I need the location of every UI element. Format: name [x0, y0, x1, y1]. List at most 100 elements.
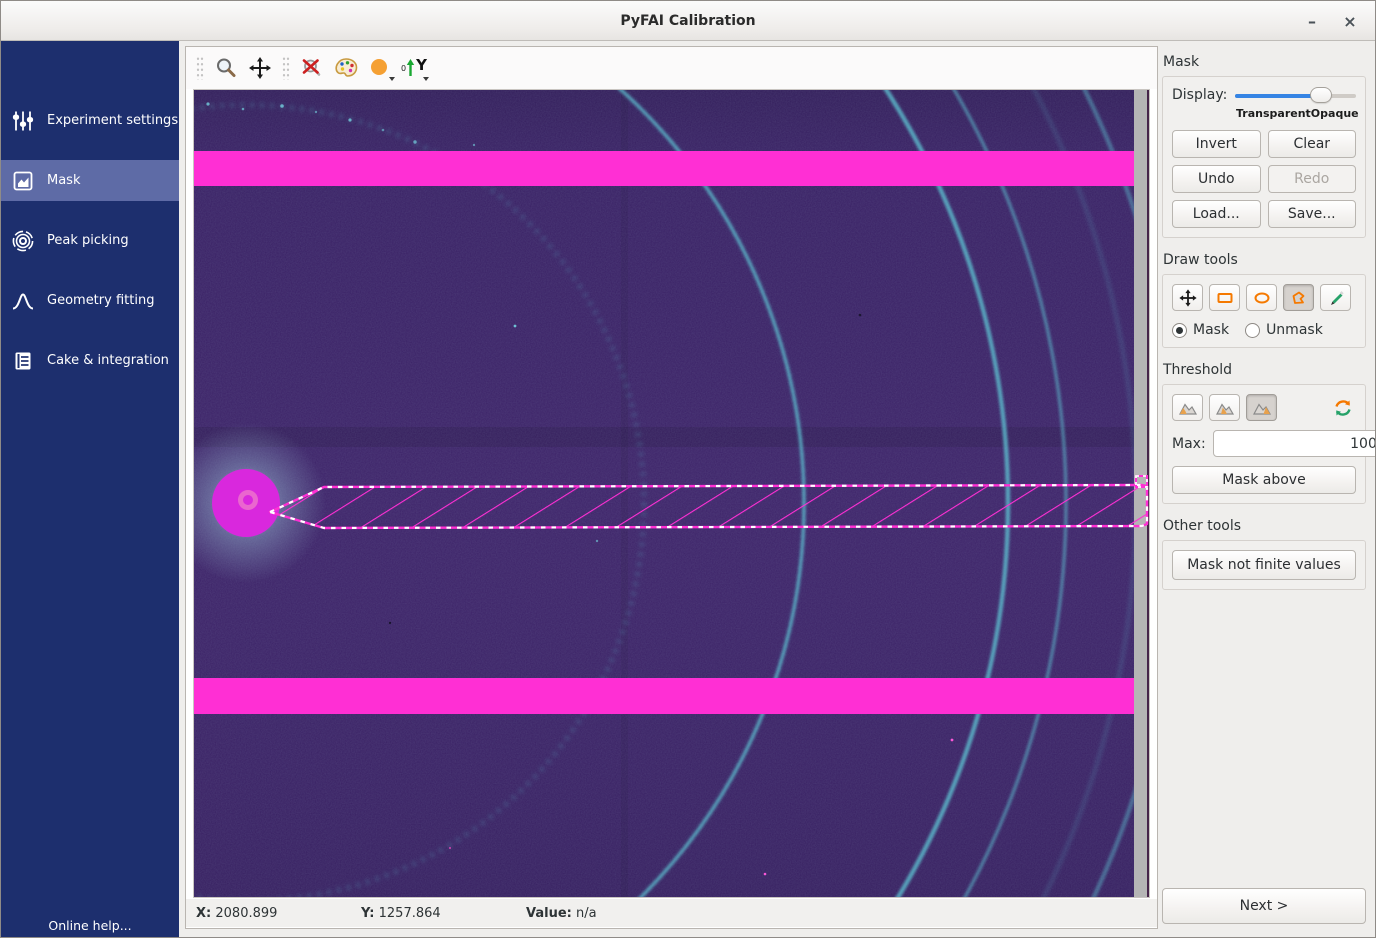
polygon-icon	[1290, 289, 1308, 307]
refresh-icon	[1333, 398, 1353, 418]
sidebar-item-label: Experiment settings	[47, 113, 178, 128]
save-button[interactable]: Save...	[1268, 200, 1357, 228]
sidebar-item-label: Mask	[47, 173, 80, 188]
mask-between-threshold-button[interactable]	[1209, 394, 1240, 421]
load-button[interactable]: Load...	[1172, 200, 1261, 228]
mask-tools-panel: Mask Display: Transparent Opaque Invert	[1158, 46, 1372, 934]
mask-not-finite-button[interactable]: Mask not finite values	[1172, 550, 1356, 580]
toolbar-grip	[196, 56, 204, 80]
gaussian-curve-icon	[11, 289, 35, 313]
integration-icon	[11, 349, 35, 373]
y-axis-letter-glyph: Y	[416, 58, 427, 73]
sliders-icon	[11, 109, 35, 133]
transparent-label: Transparent	[1236, 107, 1311, 120]
zoom-button[interactable]	[210, 52, 242, 84]
other-tools-section-title: Other tools	[1163, 518, 1366, 534]
sidebar-item-label: Peak picking	[47, 233, 129, 248]
mask-icon	[11, 169, 35, 193]
mask-band-bottom	[194, 678, 1134, 714]
y-axis-orientation-button[interactable]: 0 Y	[398, 52, 430, 84]
next-button[interactable]: Next >	[1162, 888, 1366, 924]
y-axis-icon: 0 Y	[401, 58, 427, 78]
sidebar-item-experiment-settings[interactable]: Experiment settings	[1, 100, 179, 141]
colormap-button[interactable]	[330, 52, 362, 84]
mask-above-threshold-button[interactable]	[1246, 394, 1277, 421]
redo-button[interactable]: Redo	[1268, 165, 1357, 193]
sidebar-item-cake-integration[interactable]: Cake & integration	[1, 340, 179, 381]
mask-mode-radio[interactable]: Mask	[1172, 322, 1229, 338]
pyfai-calibration-window: PyFAI Calibration – × Experiment setting…	[0, 0, 1376, 938]
position-info-bar: X: 2080.899 Y: 1257.864 Value: n/a	[186, 899, 1157, 927]
pixel-value: Value: n/a	[526, 906, 691, 921]
max-label: Max:	[1172, 436, 1206, 452]
palette-icon	[333, 56, 359, 80]
unmask-mode-label: Unmask	[1266, 322, 1323, 338]
histogram-above-icon	[1252, 399, 1272, 416]
mask-band-top	[194, 151, 1134, 186]
reset-zoom-icon	[300, 56, 324, 80]
plot-toolbar: 0 Y	[186, 47, 1157, 89]
radio-selected-icon	[1172, 323, 1187, 338]
mask-below-threshold-button[interactable]	[1172, 394, 1203, 421]
mask-group: Display: Transparent Opaque Invert Clear…	[1162, 76, 1366, 238]
clear-button[interactable]: Clear	[1268, 130, 1357, 158]
rectangle-tool-button[interactable]	[1209, 284, 1240, 311]
slider-handle[interactable]	[1310, 87, 1332, 103]
ellipse-tool-button[interactable]	[1246, 284, 1277, 311]
sidebar-item-label: Cake & integration	[47, 353, 169, 368]
pan-tool-button[interactable]	[1172, 284, 1203, 311]
mask-opacity-slider[interactable]	[1235, 86, 1356, 104]
dropdown-caret-icon	[423, 77, 429, 81]
pan-button[interactable]	[244, 52, 276, 84]
titlebar: PyFAI Calibration – ×	[1, 1, 1375, 41]
x-position: X: 2080.899	[196, 906, 361, 921]
unmask-mode-radio[interactable]: Unmask	[1245, 322, 1323, 338]
polygon-tool-button[interactable]	[1283, 284, 1314, 311]
sidebar-item-label: Geometry fitting	[47, 293, 154, 308]
online-help-link[interactable]: Online help...	[1, 918, 179, 933]
opaque-label: Opaque	[1311, 107, 1359, 120]
display-label: Display:	[1172, 87, 1227, 103]
other-tools-group: Mask not finite values	[1162, 540, 1366, 590]
x-value: 2080.899	[215, 906, 277, 921]
x-label: X:	[196, 906, 211, 921]
y-label: Y:	[361, 906, 374, 921]
reload-histogram-button[interactable]	[1330, 395, 1356, 421]
up-arrow-icon	[406, 58, 415, 78]
pan-arrows-icon	[248, 56, 272, 80]
max-threshold-input[interactable]	[1213, 430, 1376, 457]
mask-above-apply-button[interactable]: Mask above	[1172, 466, 1356, 494]
magnifier-icon	[214, 56, 238, 80]
sidebar-item-peak-picking[interactable]: Peak picking	[1, 220, 179, 261]
draw-tools-group: Mask Unmask	[1162, 274, 1366, 348]
beam-stop-mask-circle	[212, 469, 280, 537]
y-position: Y: 1257.864	[361, 906, 526, 921]
sidebar-item-geometry-fitting[interactable]: Geometry fitting	[1, 280, 179, 321]
diffraction-image-canvas[interactable]	[194, 90, 1149, 897]
histogram-between-icon	[1215, 399, 1235, 416]
mask-section-title: Mask	[1163, 54, 1366, 70]
close-button[interactable]: ×	[1333, 1, 1367, 41]
value-label: Value:	[526, 906, 572, 921]
sidebar-item-mask[interactable]: Mask	[1, 160, 179, 201]
threshold-section-title: Threshold	[1163, 362, 1366, 378]
ellipse-icon	[1253, 289, 1271, 307]
mask-mode-label: Mask	[1193, 322, 1229, 338]
pencil-tool-button[interactable]	[1320, 284, 1351, 311]
reset-zoom-button[interactable]	[296, 52, 328, 84]
dropdown-caret-icon	[389, 77, 395, 81]
toolbar-grip	[282, 56, 290, 80]
peak-rings-icon	[11, 229, 35, 253]
plot-canvas-frame	[193, 89, 1150, 898]
pan-arrows-icon	[1179, 289, 1197, 307]
histogram-below-icon	[1178, 399, 1198, 416]
pencil-icon	[1327, 289, 1345, 307]
sidebar-nav: Experiment settings Mask	[1, 41, 179, 381]
invert-button[interactable]: Invert	[1172, 130, 1261, 158]
minimize-button[interactable]: –	[1295, 1, 1329, 41]
undo-button[interactable]: Undo	[1172, 165, 1261, 193]
radio-unselected-icon	[1245, 323, 1260, 338]
window-content: Experiment settings Mask	[1, 41, 1376, 938]
rectangle-icon	[1216, 289, 1234, 307]
mask-color-button[interactable]	[364, 52, 396, 84]
